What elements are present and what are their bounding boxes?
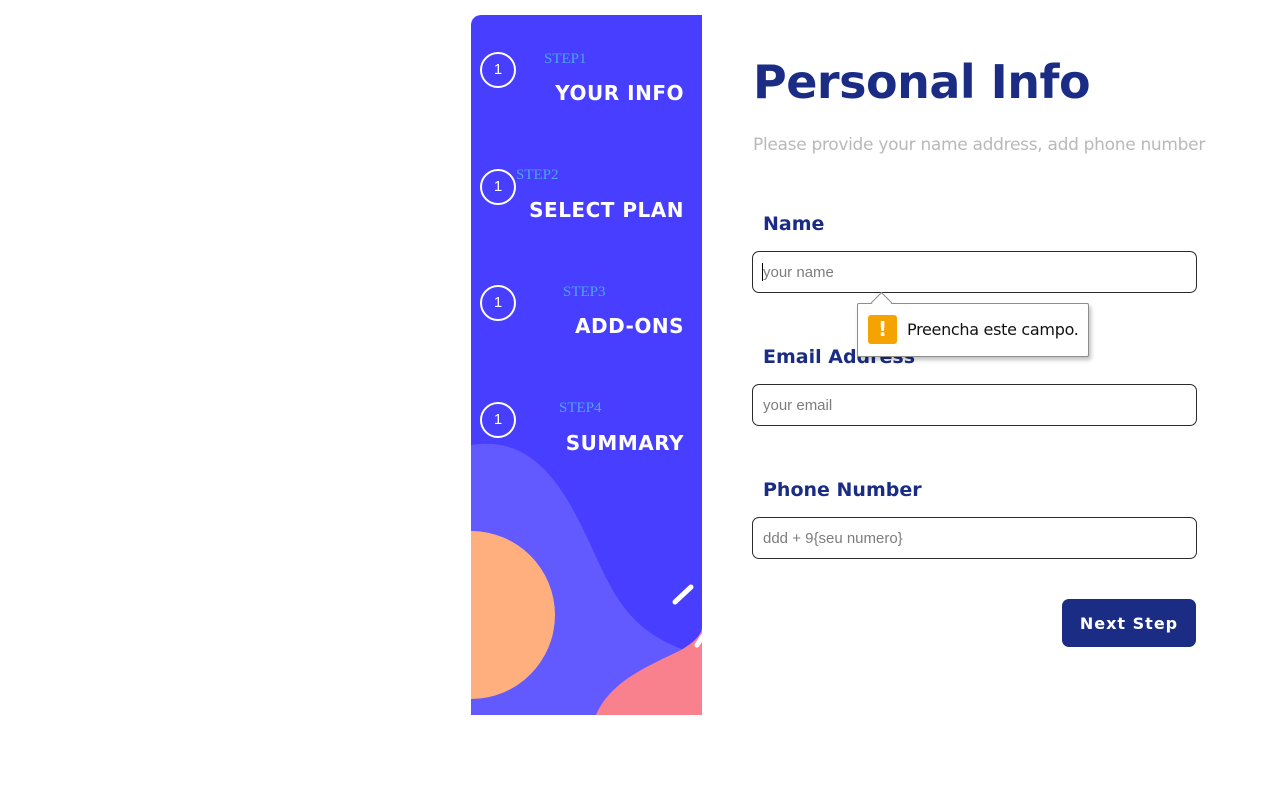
tooltip-message: Preencha este campo. bbox=[907, 320, 1079, 339]
tooltip-arrow bbox=[870, 291, 893, 314]
step-label: STEP3 bbox=[563, 284, 606, 300]
step-number-badge: 1 bbox=[480, 169, 516, 205]
page-subtitle: Please provide your name address, add ph… bbox=[753, 135, 1206, 155]
step-title: YOUR INFO bbox=[555, 81, 684, 105]
step-title: SELECT PLAN bbox=[529, 198, 684, 222]
text-caret bbox=[762, 263, 763, 281]
step-label: STEP1 bbox=[544, 51, 587, 67]
page-title: Personal Info bbox=[753, 55, 1091, 109]
step-1[interactable]: 1 STEP1 YOUR INFO bbox=[471, 45, 702, 125]
phone-label: Phone Number bbox=[763, 479, 922, 501]
step-number-badge: 1 bbox=[480, 402, 516, 438]
name-field-wrapper bbox=[752, 251, 1197, 293]
sidebar: 1 STEP1 YOUR INFO 1 STEP2 SELECT PLAN 1 … bbox=[471, 15, 702, 715]
step-title: SUMMARY bbox=[565, 431, 684, 455]
name-label: Name bbox=[763, 213, 825, 235]
step-number-badge: 1 bbox=[480, 52, 516, 88]
phone-input[interactable] bbox=[752, 517, 1197, 559]
next-step-button[interactable]: Next Step bbox=[1062, 599, 1196, 647]
step-label: STEP4 bbox=[559, 400, 602, 416]
validation-tooltip: ! Preencha este campo. bbox=[857, 291, 1089, 357]
email-input[interactable] bbox=[752, 384, 1197, 426]
step-label: STEP2 bbox=[516, 167, 559, 183]
step-4[interactable]: 1 STEP4 SUMMARY bbox=[471, 395, 702, 475]
step-number-badge: 1 bbox=[480, 285, 516, 321]
step-title: ADD-ONS bbox=[575, 314, 684, 338]
step-2[interactable]: 1 STEP2 SELECT PLAN bbox=[471, 162, 702, 242]
name-input[interactable] bbox=[752, 251, 1197, 293]
step-3[interactable]: 1 STEP3 ADD-ONS bbox=[471, 278, 702, 358]
white-dash-shape bbox=[672, 584, 694, 605]
warning-icon: ! bbox=[868, 315, 897, 344]
